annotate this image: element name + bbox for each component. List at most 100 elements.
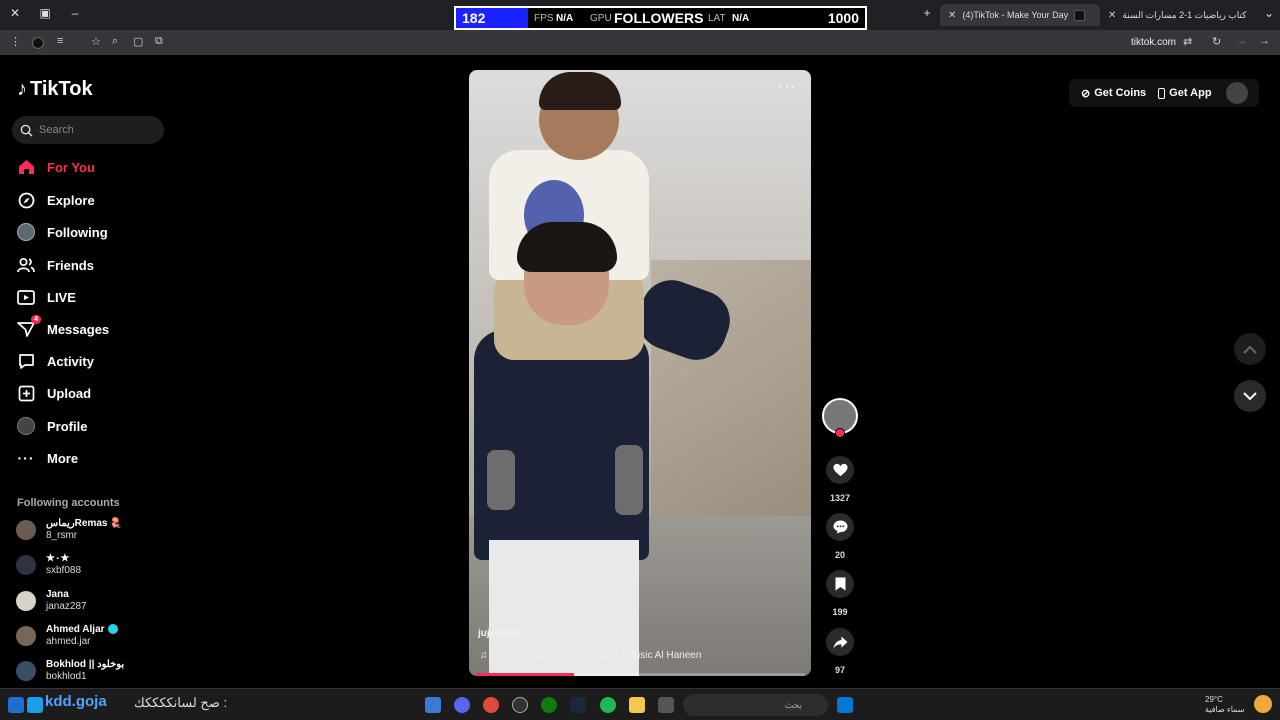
forward-icon[interactable]: →: [1236, 35, 1247, 47]
close-window-icon[interactable]: ✕: [6, 6, 24, 20]
friends-icon: [17, 256, 35, 274]
video-username[interactable]: jujualsh5: [478, 628, 521, 639]
nav-explore[interactable]: Explore: [17, 189, 95, 211]
pin-icon[interactable]: ▣: [36, 6, 54, 20]
windows-taskbar: kdd.goja صح لسانككككك : بحث 29°C سماء صا…: [0, 688, 1280, 720]
zoom-icon[interactable]: ⌕: [112, 35, 118, 48]
following-account[interactable]: ★٠★ sxbf088: [16, 548, 81, 582]
obs-icon[interactable]: [512, 697, 528, 713]
following-account[interactable]: Bokhlod || بوخلود bokhlod1: [16, 654, 124, 688]
like-button[interactable]: [826, 456, 854, 484]
get-coins-button[interactable]: ⊘ Get Coins: [1081, 87, 1146, 100]
chrome-icon[interactable]: [483, 697, 499, 713]
account-handle: ahmed.jar: [46, 636, 91, 647]
reload-icon[interactable]: ↻: [1212, 35, 1221, 48]
nav-friends[interactable]: Friends: [17, 254, 94, 276]
comment-button[interactable]: [826, 513, 854, 541]
video-progress-fill: [475, 673, 574, 676]
following-account[interactable]: ريماسRemas 🪼 8_rsmr: [16, 513, 123, 547]
profile-avatar-icon: [17, 417, 35, 435]
windows-start-icon[interactable]: [837, 697, 853, 713]
music-title: الصوت الأصلي - ميوزك الحنين | Music Al H…: [493, 650, 702, 661]
nav-label: More: [47, 450, 79, 466]
more-icon: ···: [17, 450, 35, 466]
fps-label: FPS: [534, 13, 554, 24]
account-handle: sxbf088: [46, 565, 82, 576]
nav-label: Following: [47, 224, 108, 240]
sidebar: ♪ TikTok For You Explore Following Frien…: [0, 58, 180, 688]
close-tab-icon[interactable]: ✕: [1108, 10, 1116, 21]
nav-label: Profile: [47, 418, 88, 434]
spotify-icon[interactable]: [600, 697, 616, 713]
following-account[interactable]: Ahmed Aljar ahmed.jar: [16, 619, 118, 653]
menu-dots-icon[interactable]: ⋮: [10, 35, 21, 48]
account-name: Ahmed Aljar: [46, 624, 105, 635]
steam-icon[interactable]: [570, 697, 586, 713]
heart-icon: [832, 463, 848, 477]
nav-profile[interactable]: Profile: [17, 415, 87, 437]
screenshot-icon[interactable]: ▢: [133, 35, 143, 48]
get-app-button[interactable]: Get App: [1158, 87, 1212, 99]
tab-search-icon[interactable]: ⌄: [1260, 6, 1278, 20]
verified-badge-icon: [107, 624, 118, 635]
nav-messages[interactable]: 4 Messages: [17, 315, 110, 340]
video-music[interactable]: ♫ الصوت الأصلي - ميوزك الحنين | Music Al…: [480, 650, 701, 661]
discord-icon[interactable]: [454, 697, 470, 713]
bookmark-star-icon[interactable]: ☆: [91, 35, 101, 48]
tiktok-logo[interactable]: ♪ TikTok: [17, 78, 93, 101]
nav-activity[interactable]: Activity: [17, 350, 94, 372]
file-explorer-icon[interactable]: [629, 697, 645, 713]
account-name: Jana: [46, 589, 69, 600]
top-right-actions: ⊘ Get Coins Get App: [1069, 79, 1259, 107]
account-handle: janaz287: [46, 601, 87, 612]
minimize-icon[interactable]: –: [66, 6, 84, 20]
tab-math-book[interactable]: ✕ كتاب رياضيات 1-2 مسارات السنة: [1100, 4, 1250, 26]
save-button[interactable]: [826, 570, 854, 598]
profile-icon[interactable]: [32, 37, 44, 49]
gpu-label: GPU: [590, 13, 612, 24]
like-count: 1327: [829, 493, 851, 503]
search-input[interactable]: [39, 124, 149, 136]
store-icon[interactable]: [658, 697, 674, 713]
nav-live[interactable]: LIVE: [17, 286, 76, 308]
follow-plus-icon[interactable]: [835, 428, 845, 438]
video-progress-bar[interactable]: [475, 673, 805, 676]
video-player[interactable]: ··· jujualsh5 ♫ الصوت الأصلي - ميوزك الح…: [469, 70, 811, 676]
nav-label: Messages: [47, 321, 110, 337]
next-video-button[interactable]: [1234, 380, 1266, 412]
logo-text: TikTok: [30, 78, 93, 100]
app-icon[interactable]: [27, 697, 43, 713]
chevron-up-icon: [1243, 345, 1257, 354]
stream-chat-text: صح لسانككككك :: [134, 695, 228, 710]
weather-temp: 29°C: [1205, 695, 1223, 704]
nav-upload[interactable]: Upload: [17, 382, 91, 404]
taskbar-search[interactable]: بحث: [683, 694, 828, 716]
followers-overlay: 182 FPS N/A GPU FOLLOWERS LAT N/A 1000: [454, 6, 867, 30]
app-icon[interactable]: [8, 697, 24, 713]
extensions-icon[interactable]: ≡: [57, 35, 63, 47]
site-settings-icon[interactable]: ⇄: [1183, 35, 1192, 48]
install-icon[interactable]: ⧉: [155, 35, 163, 48]
tab-tiktok[interactable]: ✕ (4)TikTok - Make Your Day: [940, 4, 1100, 26]
nav-following[interactable]: Following: [17, 221, 108, 243]
new-tab-button[interactable]: +: [918, 6, 936, 20]
user-avatar[interactable]: [1225, 82, 1248, 104]
nav-label: Explore: [47, 192, 95, 208]
search-box[interactable]: [12, 116, 164, 144]
back-icon[interactable]: →: [1259, 35, 1270, 47]
weather-widget[interactable]: 29°C سماء صافية: [1205, 695, 1245, 715]
following-account[interactable]: Jana janaz287: [16, 584, 87, 618]
account-name: Bokhlod || بوخلود: [46, 659, 125, 670]
nav-more[interactable]: ··· More: [17, 447, 79, 469]
url-text[interactable]: tiktok.com: [1131, 37, 1176, 48]
overlay-title: FOLLOWERS: [614, 10, 704, 26]
xbox-icon[interactable]: [541, 697, 557, 713]
share-button[interactable]: [826, 628, 854, 656]
video-more-button[interactable]: ···: [778, 78, 797, 96]
previous-video-button[interactable]: [1234, 333, 1266, 365]
close-tab-icon[interactable]: ✕: [948, 10, 956, 21]
nav-for-you[interactable]: For You: [17, 156, 95, 178]
tab-title: (4)TikTok - Make Your Day: [962, 10, 1069, 20]
video-frame: [517, 222, 617, 272]
app-icon[interactable]: [425, 697, 441, 713]
